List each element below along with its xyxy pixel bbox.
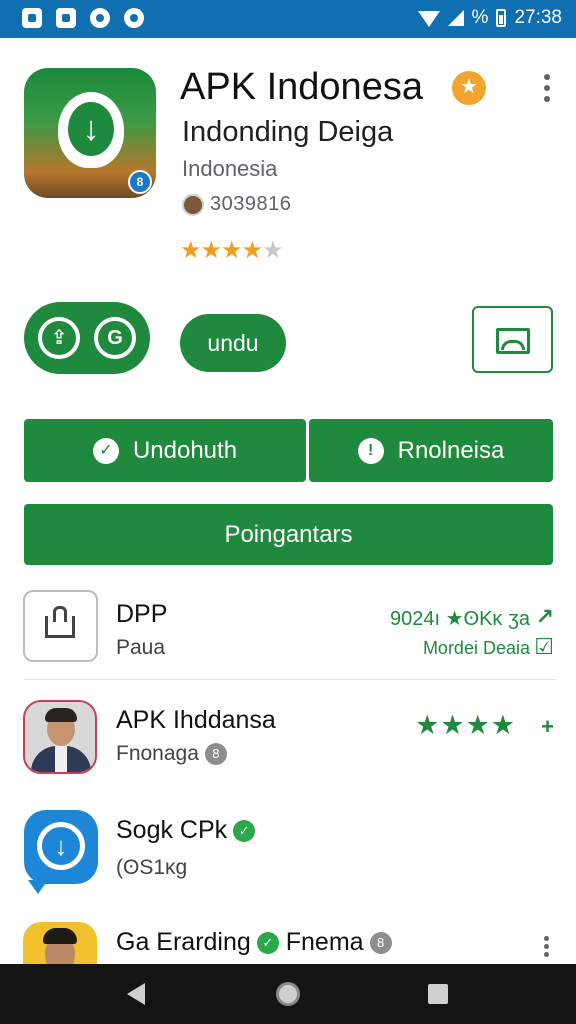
share-icon: ⇪	[38, 317, 80, 359]
divider	[24, 679, 556, 680]
arrow-icon: ↗	[535, 604, 554, 629]
more-options-button[interactable]	[536, 72, 558, 104]
list-item[interactable]: APK Ihddansa Fnonaga 8 ★★★★ +	[0, 698, 576, 788]
home-icon[interactable]	[276, 982, 300, 1006]
featured-star-icon: ★	[452, 71, 486, 105]
system-indicators: % 27:38	[417, 7, 562, 29]
mail-notification-icon	[56, 8, 76, 28]
unduh-button[interactable]: undu	[180, 314, 286, 372]
list-item-subtitle: Fnonaga 8	[116, 742, 227, 766]
info-badge-icon: 8	[204, 743, 227, 766]
list-item[interactable]: DPP Paua 9024ı ★ʘKĸ ʒa ↗ Mordei Deaia ☑	[0, 588, 576, 678]
signal-icon	[447, 10, 464, 26]
share-box-icon	[23, 590, 98, 662]
list-item-subtitle: (ʘS1ĸg	[116, 856, 188, 879]
list-item-title: Ga Erarding ✓ Fnema 8	[116, 928, 392, 957]
list-item[interactable]: ↓ Sogk CPk ✓ (ʘS1ĸg	[0, 808, 576, 898]
star-filled-icon: ★	[241, 237, 263, 264]
verified-icon: ✓	[256, 932, 279, 955]
star-filled-icon: ★	[200, 237, 222, 264]
share-pill-button[interactable]: ⇪ G	[24, 302, 150, 374]
list-item-subtitle-text: Fnonaga	[116, 742, 199, 765]
list-item-title: APK Ihddansa	[116, 706, 276, 734]
app-badge-icon: 8	[128, 170, 152, 194]
star-empty-icon: ★	[262, 237, 283, 264]
developer-avatar	[182, 194, 204, 216]
app-icon[interactable]: ↓ 8	[24, 68, 156, 198]
info-segment-button[interactable]: ! Rnolneisa	[309, 419, 553, 482]
navigation-bar	[0, 964, 576, 1024]
info-icon: !	[357, 437, 384, 464]
list-item-stars: ★★★★	[415, 710, 516, 740]
app-subtitle: Indonding Deiga	[182, 116, 394, 148]
developer-count: 3039816	[210, 193, 292, 215]
chat-notification-icon	[124, 8, 144, 28]
app-title: APK Indonesa	[180, 66, 423, 108]
clock: 27:38	[514, 7, 562, 28]
star-filled-icon: ★	[180, 237, 201, 264]
recent-apps-icon[interactable]	[428, 984, 448, 1004]
plus-icon: +	[541, 714, 554, 739]
list-item[interactable]: Ga Erarding ✓ Fnema 8	[0, 918, 576, 964]
check-icon: ✓	[92, 437, 119, 464]
verified-icon: ✓	[233, 820, 256, 843]
check-icon: ☑	[534, 634, 554, 659]
download-segment-label: Undohuth	[132, 436, 238, 464]
battery-icon	[496, 9, 507, 27]
whatsapp-icon: G	[94, 317, 136, 359]
list-item-title: DPP	[116, 600, 168, 628]
info-segment-label: Rnolneisa	[397, 436, 505, 464]
primary-wide-button[interactable]: Poingantars	[24, 504, 553, 565]
avatar	[23, 922, 97, 964]
list-item-title: Sogk CPk ✓	[116, 816, 256, 845]
list-item-title-suffix: Fnema	[285, 928, 364, 956]
more-options-button[interactable]	[544, 936, 550, 958]
download-app-icon: ↓	[24, 810, 98, 894]
record-notification-icon	[90, 8, 110, 28]
image-notification-icon	[22, 8, 42, 28]
list-item-meta: 9024ı ★ʘKĸ ʒa	[389, 608, 530, 630]
battery-percent-text: %	[471, 7, 489, 28]
avatar	[23, 700, 97, 774]
wifi-icon	[417, 11, 440, 27]
download-arrow-icon: ↓	[82, 110, 100, 148]
download-segment-button[interactable]: ✓ Undohuth	[24, 419, 306, 482]
list-item-title-text: Ga Erarding	[116, 928, 251, 956]
list-item-subtitle: Paua	[116, 636, 166, 659]
back-icon[interactable]	[127, 983, 145, 1005]
app-country: Indonesia	[182, 156, 278, 181]
info-badge-icon: 8	[369, 932, 392, 955]
list-item-title-text: Sogk CPk	[116, 816, 228, 844]
star-filled-icon: ★	[221, 237, 242, 264]
notification-icons	[22, 8, 144, 28]
screenshot-button[interactable]	[472, 306, 553, 373]
status-bar: % 27:38	[0, 0, 576, 38]
list-item-meta-secondary: Mordei Deaia	[422, 638, 530, 658]
rating-stars: ★★★★★	[180, 236, 284, 265]
